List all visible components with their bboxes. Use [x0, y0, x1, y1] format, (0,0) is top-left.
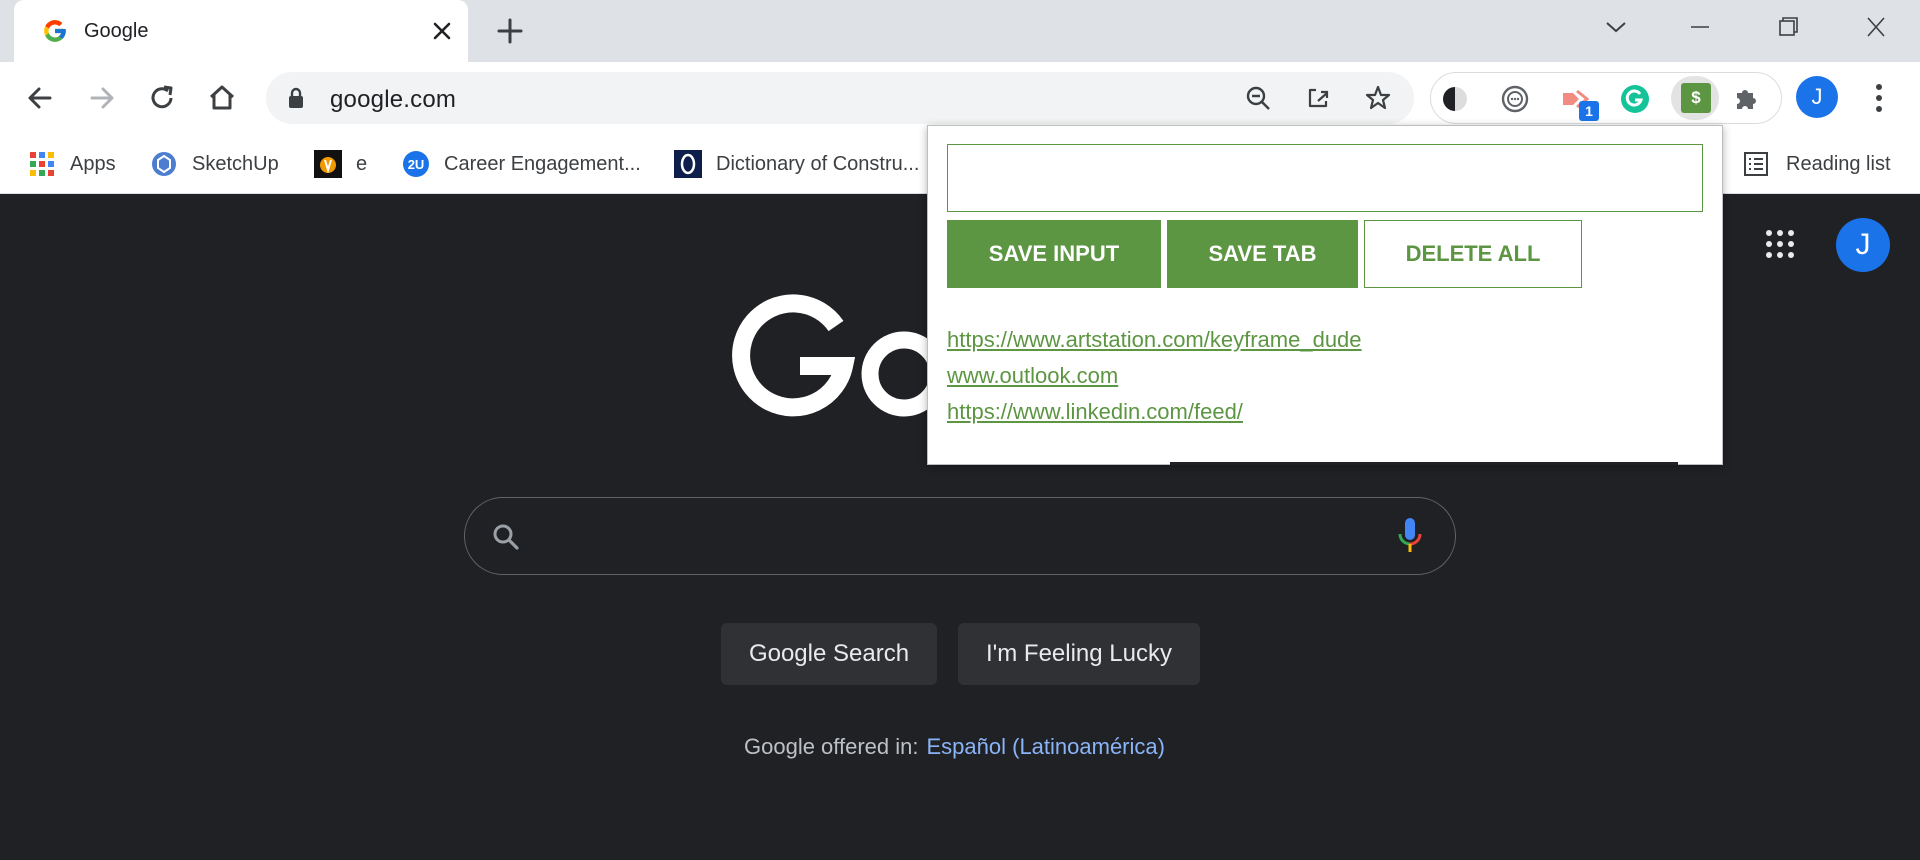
2u-icon: 2U [403, 151, 429, 177]
offered-in: Google offered in: Español (Latinoamérica… [744, 734, 1165, 760]
bookmark-apps[interactable]: Apps [28, 134, 116, 194]
search-box[interactable] [464, 497, 1456, 575]
forward-arrow-icon[interactable] [82, 78, 122, 118]
apps-grid-icon [30, 152, 54, 176]
minimize-icon[interactable] [1680, 12, 1720, 42]
link-input[interactable] [947, 144, 1703, 212]
bookmark-career-engagement[interactable]: 2U Career Engagement... [402, 134, 641, 194]
bookmark-label: e [356, 152, 368, 175]
zoom-out-icon[interactable] [1244, 84, 1272, 112]
google-profile-avatar[interactable]: J [1836, 218, 1890, 272]
bookmark-label: Apps [70, 152, 116, 175]
list-item: https://www.linkedin.com/feed/ [947, 394, 1362, 430]
grammarly-icon[interactable] [1619, 83, 1651, 115]
save-tab-button[interactable]: SAVE TAB [1167, 220, 1358, 288]
dark-mode-extension-icon[interactable] [1439, 83, 1471, 115]
saved-links-list: https://www.artstation.com/keyframe_dude… [947, 322, 1362, 430]
oxford-icon [674, 150, 702, 178]
extension-popup: SAVE INPUT SAVE TAB DELETE ALL https://w… [927, 125, 1723, 465]
profile-avatar[interactable]: J [1796, 76, 1838, 118]
svg-text:2U: 2U [408, 157, 425, 172]
google-favicon-icon [44, 20, 66, 42]
search-icon [493, 524, 519, 550]
home-icon[interactable] [202, 78, 242, 118]
google-apps-icon[interactable] [1764, 228, 1796, 260]
bookmark-label: Dictionary of Constru... [716, 152, 920, 175]
save-links-extension-icon[interactable]: $ [1681, 83, 1711, 113]
bookmark-label: Career Engagement... [444, 152, 641, 175]
extension-badge: 1 [1579, 101, 1599, 121]
back-arrow-icon[interactable] [20, 78, 60, 118]
saved-link[interactable]: https://www.artstation.com/keyframe_dude [947, 327, 1362, 352]
bookmark-dictionary[interactable]: Dictionary of Constru... [674, 134, 919, 194]
restore-icon[interactable] [1768, 12, 1808, 42]
delete-all-button[interactable]: DELETE ALL [1364, 220, 1582, 288]
google-search-button[interactable]: Google Search [721, 623, 937, 685]
lock-icon[interactable] [286, 87, 306, 109]
e-site-icon [314, 150, 342, 178]
saved-link[interactable]: https://www.linkedin.com/feed/ [947, 399, 1243, 424]
menu-dots-icon[interactable] [1862, 78, 1896, 118]
sketchup-icon [152, 152, 176, 176]
url-text[interactable]: google.com [330, 86, 456, 114]
bookmark-e[interactable]: e [314, 134, 367, 194]
toolbar: google.com 1 $ J [0, 62, 1920, 134]
saved-link[interactable]: www.outlook.com [947, 363, 1118, 388]
puzzle-extensions-icon[interactable] [1731, 83, 1763, 115]
window-close-icon[interactable] [1856, 12, 1896, 42]
reading-list-icon [1744, 152, 1768, 176]
list-item: https://www.artstation.com/keyframe_dude [947, 322, 1362, 358]
tab-search-chevron-icon[interactable] [1596, 12, 1636, 42]
share-icon[interactable] [1304, 84, 1332, 112]
list-item: www.outlook.com [947, 358, 1362, 394]
bookmark-label: SketchUp [192, 152, 279, 175]
new-tab-plus-icon[interactable] [492, 16, 528, 46]
reading-list[interactable]: Reading list [1742, 134, 1891, 194]
feeling-lucky-button[interactable]: I'm Feeling Lucky [958, 623, 1200, 685]
tab-google[interactable]: Google [14, 0, 468, 62]
bookmark-sketchup[interactable]: SketchUp [150, 134, 279, 194]
tab-title: Google [84, 20, 149, 42]
address-bar[interactable]: google.com [266, 72, 1414, 124]
close-icon[interactable] [428, 17, 456, 45]
bookmark-star-icon[interactable] [1364, 84, 1392, 112]
language-link[interactable]: Español (Latinoamérica) [927, 734, 1165, 759]
save-input-button[interactable]: SAVE INPUT [947, 220, 1161, 288]
tab-strip: Google [0, 0, 1920, 62]
horizontal-scrollbar[interactable] [1170, 462, 1678, 465]
offered-in-label: Google offered in: [744, 734, 919, 759]
reading-list-label: Reading list [1786, 152, 1891, 175]
chat-extension-icon[interactable] [1499, 83, 1531, 115]
microphone-icon[interactable] [1395, 516, 1425, 556]
reload-icon[interactable] [142, 78, 182, 118]
extensions-area: 1 $ [1430, 72, 1782, 124]
